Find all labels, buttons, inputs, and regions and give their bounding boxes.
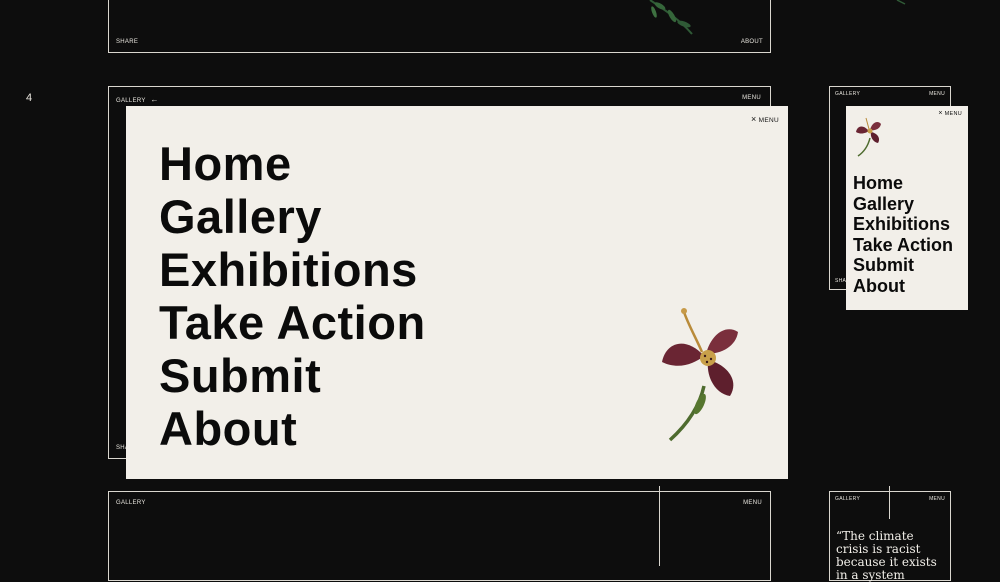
mobile-gallery-link[interactable]: GALLERY xyxy=(835,91,860,97)
mobile-navigation: Home Gallery Exhibitions Take Action Sub… xyxy=(853,173,953,296)
bottom-mobile-gallery-link[interactable]: GALLERY xyxy=(835,496,860,502)
mobile-nav-gallery[interactable]: Gallery xyxy=(853,194,953,215)
mobile-share-partial[interactable]: SHA xyxy=(835,278,846,284)
menu-link[interactable]: MENU xyxy=(742,95,761,101)
nav-exhibitions[interactable]: Exhibitions xyxy=(159,243,426,296)
mobile-close-icon: × xyxy=(938,110,943,117)
mobile-nav-submit[interactable]: Submit xyxy=(853,255,953,276)
bottom-divider xyxy=(659,486,660,566)
close-icon: × xyxy=(750,114,757,124)
bottom-mobile-menu-link[interactable]: MENU xyxy=(929,496,945,502)
share-link[interactable]: SHARE xyxy=(116,39,138,45)
flower-illustration xyxy=(662,308,738,442)
menu-overlay: × MENU Home Gallery Exhibitions Take Act… xyxy=(126,106,788,479)
back-arrow-icon: ← xyxy=(150,95,159,104)
mobile-nav-take-action[interactable]: Take Action xyxy=(853,235,953,256)
bottom-gallery-link[interactable]: GALLERY xyxy=(116,500,146,506)
nav-submit[interactable]: Submit xyxy=(159,349,426,402)
nav-take-action[interactable]: Take Action xyxy=(159,296,426,349)
bottom-mobile-divider xyxy=(889,486,890,519)
nav-about[interactable]: About xyxy=(159,402,426,455)
nav-gallery[interactable]: Gallery xyxy=(159,190,426,243)
gallery-label: GALLERY xyxy=(116,98,146,104)
gallery-link[interactable]: GALLERY ← xyxy=(116,95,159,104)
close-menu-label: MENU xyxy=(758,117,779,124)
bottom-frame: GALLERY MENU xyxy=(108,491,771,581)
nav-home[interactable]: Home xyxy=(159,137,426,190)
close-menu-button[interactable]: × MENU xyxy=(751,114,779,124)
mobile-menu-link[interactable]: MENU xyxy=(929,91,945,97)
climate-quote: “The climate crisis is racist because it… xyxy=(836,529,937,582)
mobile-close-menu-label: MENU xyxy=(944,111,962,117)
mobile-close-menu-button[interactable]: × MENU xyxy=(938,110,962,117)
about-link[interactable]: ABOUT xyxy=(741,39,763,45)
bottom-menu-link[interactable]: MENU xyxy=(743,500,762,506)
mobile-nav-about[interactable]: About xyxy=(853,276,953,297)
leaf-decoration xyxy=(649,0,693,35)
step-number: 4 xyxy=(26,92,33,104)
mobile-flower-illustration xyxy=(856,117,881,157)
mobile-menu-overlay: × MENU Home Gallery Exhibitions Take Act… xyxy=(846,106,968,310)
main-navigation: Home Gallery Exhibitions Take Action Sub… xyxy=(159,137,426,455)
mobile-nav-exhibitions[interactable]: Exhibitions xyxy=(853,214,953,235)
leaf-decoration-small xyxy=(896,0,906,5)
mobile-nav-home[interactable]: Home xyxy=(853,173,953,194)
